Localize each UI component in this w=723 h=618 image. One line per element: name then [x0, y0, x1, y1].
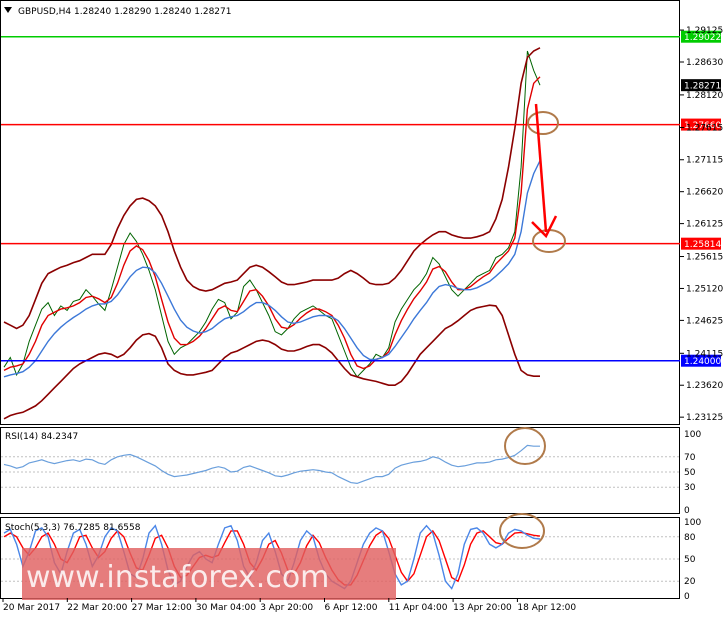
y-tick-label-4: 1.27115 [686, 156, 723, 166]
chart-canvas: GBPUSD,H4 1.28240 1.28290 1.28240 1.2827… [0, 0, 723, 613]
y-tick-label-0: 1.29125 [686, 26, 723, 36]
rsi-tick-label-3: 30 [684, 483, 696, 493]
stoch-label: Stoch(5,3,3) 76.7285 81.6558 [5, 523, 141, 533]
y-tick-label-1: 1.28630 [686, 58, 723, 68]
x-tick-label-8: 18 Apr 12:00 [517, 603, 576, 613]
x-tick-label-3: 30 Mar 04:00 [196, 603, 256, 613]
x-tick-label-6: 11 Apr 04:00 [389, 603, 448, 613]
stoch-tick-label-3: 20 [684, 577, 696, 587]
rsi-tick-label-0: 100 [684, 430, 701, 440]
y-tick-label-12: 1.23125 [686, 413, 723, 423]
rsi-tick-label-1: 70 [684, 453, 696, 463]
y-tick-label-5: 1.26620 [686, 188, 723, 198]
y-tick-label-8: 1.25120 [686, 284, 723, 294]
x-tick-label-5: 6 Apr 12:00 [325, 603, 378, 613]
x-tick-label-4: 3 Apr 20:00 [260, 603, 313, 613]
y-tick-label-2: 1.28120 [686, 91, 723, 101]
stoch-tick-label-0: 100 [684, 518, 701, 528]
stoch-tick-label-2: 50 [684, 555, 696, 565]
y-tick-label-6: 1.26125 [686, 220, 723, 230]
rsi-tick-label-2: 50 [684, 468, 696, 478]
rsi-panel-frame [0, 427, 680, 514]
x-tick-label-1: 22 Mar 20:00 [67, 603, 127, 613]
y-tick-label-7: 1.25615 [686, 253, 723, 263]
stoch-tick-label-4: 0 [684, 592, 690, 602]
rsi-tick-label-4: 0 [684, 506, 690, 516]
watermark-text: www.instaforex.com [26, 560, 329, 595]
x-tick-label-0: 20 Mar 2017 [3, 603, 60, 613]
x-tick-label-2: 27 Mar 12:00 [132, 603, 192, 613]
y-tick-label-3: 1.27615 [686, 123, 723, 133]
chart-header: GBPUSD,H4 1.28240 1.28290 1.28240 1.2827… [18, 7, 231, 17]
y-tick-label-9: 1.24625 [686, 316, 723, 326]
y-tick-label-10: 1.24115 [686, 349, 723, 359]
rsi-label: RSI(14) 84.2347 [5, 432, 78, 442]
level-price-label-2: 1.25814 [684, 240, 721, 250]
y-tick-label-11: 1.23620 [686, 381, 723, 391]
x-tick-label-7: 13 Apr 20:00 [453, 603, 512, 613]
stoch-tick-label-1: 80 [684, 533, 696, 543]
